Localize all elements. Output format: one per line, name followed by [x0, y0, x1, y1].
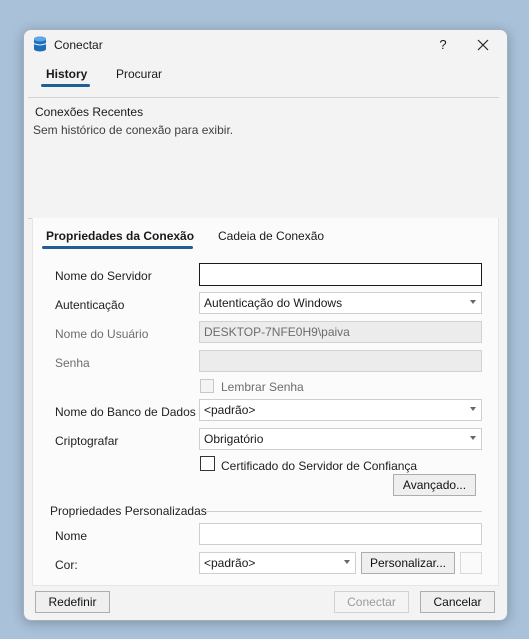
- recent-connections-title: Conexões Recentes: [35, 105, 144, 119]
- window-title: Conectar: [54, 38, 103, 52]
- database-icon: [33, 36, 47, 52]
- close-icon: [477, 39, 489, 51]
- reset-button[interactable]: Redefinir: [35, 591, 110, 613]
- tab-active-indicator: [41, 84, 90, 87]
- recent-empty-message: Sem histórico de conexão para exibir.: [33, 123, 234, 137]
- password-input[interactable]: [199, 350, 482, 372]
- advanced-button[interactable]: Avançado...: [393, 474, 476, 496]
- group-divider: [206, 511, 482, 512]
- database-name-value: <padrão>: [204, 403, 256, 417]
- chevron-down-icon: [470, 407, 476, 411]
- help-button[interactable]: ?: [432, 35, 454, 55]
- close-button[interactable]: [470, 35, 496, 55]
- user-name-label: Nome do Usuário: [55, 327, 149, 341]
- customize-color-button[interactable]: Personalizar...: [361, 552, 455, 574]
- chevron-down-icon: [470, 436, 476, 440]
- trust-server-certificate-checkbox[interactable]: [200, 456, 215, 471]
- encrypt-value: Obrigatório: [204, 432, 264, 446]
- top-tab-bar: History Procurar: [24, 60, 507, 98]
- remember-password-label: Lembrar Senha: [221, 380, 304, 394]
- authentication-label: Autenticação: [55, 298, 125, 312]
- prop-tab-active-indicator: [42, 246, 193, 249]
- authentication-select[interactable]: Autenticação do Windows: [199, 292, 482, 314]
- color-swatch[interactable]: [460, 552, 482, 574]
- encrypt-label: Criptografar: [55, 434, 119, 448]
- connect-dialog: Conectar ? History Procurar Conexões Rec…: [23, 29, 508, 621]
- color-value: <padrão>: [204, 556, 256, 570]
- chevron-down-icon: [344, 560, 350, 564]
- server-name-label: Nome do Servidor: [55, 269, 152, 283]
- encrypt-select[interactable]: Obrigatório: [199, 428, 482, 450]
- color-select[interactable]: <padrão>: [199, 552, 356, 574]
- tab-connection-string[interactable]: Cadeia de Conexão: [214, 229, 328, 243]
- custom-properties-label: Propriedades Personalizadas: [50, 504, 207, 518]
- remember-password-checkbox[interactable]: [200, 379, 214, 393]
- title-bar: Conectar ?: [24, 30, 507, 60]
- trust-server-certificate-label: Certificado do Servidor de Confiança: [221, 459, 418, 473]
- color-label: Cor:: [55, 558, 78, 572]
- tab-connection-properties[interactable]: Propriedades da Conexão: [42, 229, 198, 243]
- tab-procurar[interactable]: Procurar: [112, 67, 166, 81]
- server-name-input[interactable]: [199, 263, 482, 286]
- custom-name-input[interactable]: [199, 523, 482, 545]
- cancel-button[interactable]: Cancelar: [420, 591, 495, 613]
- database-name-select[interactable]: <padrão>: [199, 399, 482, 421]
- custom-name-label: Nome: [55, 529, 88, 543]
- chevron-down-icon: [470, 300, 476, 304]
- recent-connections-panel: Conexões Recentes Sem histórico de conex…: [28, 98, 499, 218]
- connection-properties-panel: Propriedades da Conexão Cadeia de Conexã…: [32, 218, 499, 586]
- authentication-value: Autenticação do Windows: [204, 296, 343, 310]
- database-name-label: Nome do Banco de Dados: [55, 405, 196, 419]
- password-label: Senha: [55, 356, 90, 370]
- tab-history[interactable]: History: [42, 67, 91, 81]
- user-name-input[interactable]: [199, 321, 482, 343]
- connect-button[interactable]: Conectar: [334, 591, 409, 613]
